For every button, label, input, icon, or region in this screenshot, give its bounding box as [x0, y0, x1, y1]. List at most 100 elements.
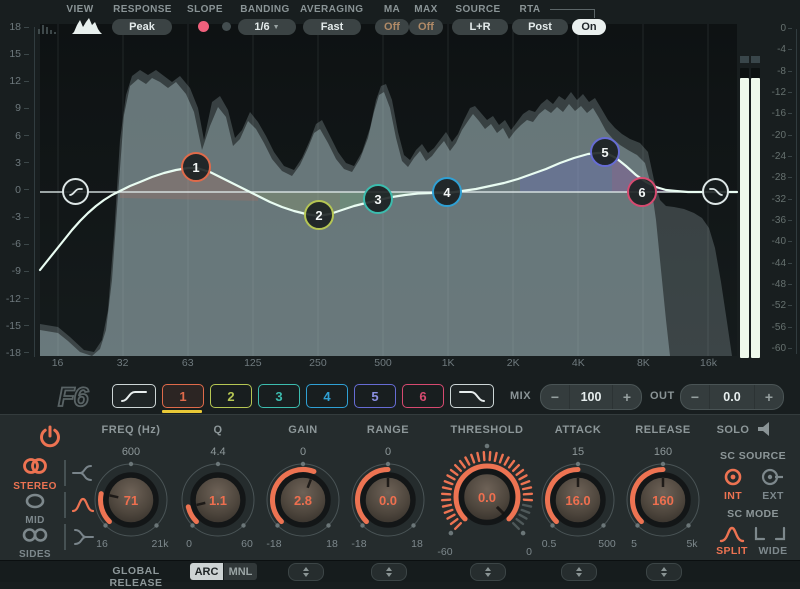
banding-label: BANDING [240, 4, 290, 15]
threshold-value: 0.0 [429, 490, 545, 505]
frequency-axis-label: 16 [25, 357, 90, 369]
selected-band-underline [162, 410, 202, 413]
sides-label: SIDES [8, 549, 62, 560]
value-stepper[interactable] [646, 563, 682, 581]
sc-mode-wide-icon[interactable] [752, 526, 788, 542]
band-button-5[interactable]: 5 [354, 384, 396, 408]
low-cut-band-button[interactable] [112, 384, 156, 408]
rta-bars-icon[interactable] [36, 20, 60, 34]
band-marker-3[interactable]: 3 [363, 184, 393, 214]
out-control: − 0.0 + [680, 384, 784, 410]
step-up-icon [661, 567, 667, 571]
step-down-icon [485, 573, 491, 577]
global-release-mnl-button[interactable]: MNL [224, 563, 257, 580]
meter-scale-label: -12 [760, 88, 792, 97]
sc-source-label: SC SOURCE [708, 450, 798, 462]
sc-mode-label: SC MODE [708, 508, 798, 520]
attack-value: 16.0 [533, 493, 623, 508]
meter-scale-label: -24 [760, 152, 792, 161]
split-label: SPLIT [710, 545, 754, 557]
band-button-2[interactable]: 2 [210, 384, 252, 408]
meter-scale: 0-4-8-12-16-20-24-28-32-36-40-44-48-52-5… [760, 24, 792, 353]
spectrum-view-icon[interactable] [72, 17, 102, 34]
rta-peak-hold-fill [40, 70, 732, 356]
meter-scale-label: -32 [760, 195, 792, 204]
stereo-mode-button[interactable]: STEREO [8, 456, 62, 492]
db-axis-label: -9 [2, 266, 29, 276]
divider [64, 460, 66, 486]
out-minus-button[interactable]: − [681, 385, 709, 409]
band-button-6[interactable]: 6 [402, 384, 444, 408]
sc-source-int-icon[interactable] [722, 466, 744, 488]
band-button-3[interactable]: 3 [258, 384, 300, 408]
meter-scale-line [796, 29, 797, 354]
slope-dot-inactive[interactable] [222, 22, 231, 31]
sides-mode-button[interactable]: SIDES [8, 526, 62, 560]
mix-minus-button[interactable]: − [541, 385, 569, 409]
frequency-axis: 1632631252505001K2K4K8K16k [25, 357, 741, 369]
source-toggle[interactable]: L+R [452, 19, 508, 35]
step-down-icon [661, 573, 667, 577]
max-label: MAX [410, 4, 442, 15]
attack-label: ATTACK [533, 424, 623, 436]
db-axis-label: 0 [2, 185, 29, 195]
clip-indicator-right[interactable] [751, 56, 760, 63]
response-toggle[interactable]: Peak [112, 19, 172, 35]
range-knob-column: RANGE 0 0.0 -18 18 [343, 420, 433, 560]
mid-icon [20, 492, 50, 510]
db-axis-line [34, 27, 35, 357]
low-cut-icon [68, 184, 84, 200]
global-release-arc-button[interactable]: ARC [190, 563, 223, 580]
release-min: 5 [616, 538, 652, 550]
release-value: 160 [618, 493, 708, 508]
mix-plus-button[interactable]: + [613, 385, 641, 409]
db-axis-label: -12 [2, 294, 29, 304]
range-min: -18 [341, 538, 377, 550]
band2-shade [246, 190, 440, 216]
threshold-knob-column: THRESHOLD 0.0 -60 0 [429, 420, 545, 560]
band-button-4[interactable]: 4 [306, 384, 348, 408]
band-marker-1[interactable]: 1 [181, 152, 211, 182]
clip-indicator-left[interactable] [740, 56, 749, 63]
mix-value[interactable]: 100 [569, 385, 613, 409]
out-value[interactable]: 0.0 [709, 385, 755, 409]
out-plus-button[interactable]: + [755, 385, 783, 409]
band-marker-5[interactable]: 5 [590, 137, 620, 167]
low-cut-handle[interactable] [62, 178, 89, 205]
sc-source-ext-icon[interactable] [760, 466, 784, 488]
ma-toggle[interactable]: Off [375, 19, 409, 35]
band-marker-4[interactable]: 4 [432, 177, 462, 207]
slope-dot-active[interactable] [198, 21, 209, 32]
q-value: 1.1 [173, 493, 263, 508]
speaker-icon[interactable] [756, 420, 776, 438]
release-knob-column: RELEASE 160 160 5 5k [618, 420, 708, 560]
mid-mode-button[interactable]: MID [8, 492, 62, 526]
band-button-1[interactable]: 1 [162, 384, 204, 408]
meter-scale-label: -48 [760, 280, 792, 289]
banding-select[interactable]: 1/6 ▼ [238, 19, 296, 35]
averaging-toggle[interactable]: Fast [303, 19, 361, 35]
sc-mode-split-icon[interactable] [718, 524, 746, 544]
step-up-icon [485, 567, 491, 571]
power-button-icon[interactable] [38, 424, 62, 450]
sides-icon [20, 526, 50, 544]
view-label: VIEW [55, 4, 105, 15]
db-axis-label: -6 [2, 239, 29, 249]
frequency-axis-label: 63 [155, 357, 220, 369]
value-stepper[interactable] [561, 563, 597, 581]
stereo-label: STEREO [8, 481, 62, 492]
rta-routing-toggle[interactable]: Post [512, 19, 568, 35]
frequency-axis-label: 32 [90, 357, 155, 369]
rta-on-toggle[interactable]: On [572, 19, 606, 35]
value-stepper[interactable] [288, 563, 324, 581]
meter-scale-label: -20 [760, 131, 792, 140]
value-stepper[interactable] [470, 563, 506, 581]
high-cut-band-button[interactable] [450, 384, 494, 408]
band-marker-2[interactable]: 2 [304, 200, 334, 230]
band-marker-6[interactable]: 6 [627, 177, 657, 207]
mix-label: MIX [510, 390, 531, 402]
db-axis: 1815129630-3-6-9-12-15-18 [2, 22, 29, 358]
value-stepper[interactable] [371, 563, 407, 581]
max-toggle[interactable]: Off [409, 19, 443, 35]
high-cut-handle[interactable] [702, 178, 729, 205]
